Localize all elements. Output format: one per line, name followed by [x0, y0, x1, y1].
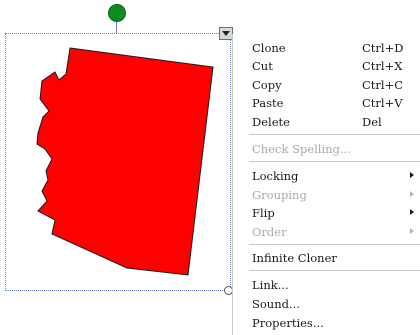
- menu-item-shortcut: Ctrl+V: [362, 96, 403, 110]
- menu-item-label: Properties...: [252, 316, 324, 330]
- menu-item-check-spelling: Check Spelling...: [233, 139, 420, 157]
- menu-item-clone[interactable]: Clone Ctrl+D: [233, 38, 420, 56]
- submenu-arrow-icon: [410, 191, 414, 197]
- menu-separator: [249, 244, 420, 245]
- menu-item-label: Delete: [252, 115, 290, 129]
- rotate-handle[interactable]: [108, 4, 126, 22]
- chevron-down-icon: [222, 31, 230, 36]
- menu-separator: [249, 134, 420, 135]
- selection-frame: [5, 33, 231, 291]
- menu-item-infinite-cloner[interactable]: Infinite Cloner: [233, 248, 420, 266]
- menu-item-properties[interactable]: Properties...: [233, 313, 420, 331]
- submenu-arrow-icon: [410, 228, 414, 234]
- menu-item-label: Cut: [252, 59, 273, 73]
- menu-item-label: Copy: [252, 78, 282, 92]
- rotate-handle-stem: [116, 21, 117, 33]
- whiteboard-canvas[interactable]: Clone Ctrl+D Cut Ctrl+X Copy Ctrl+C Past…: [0, 0, 420, 335]
- menu-item-shortcut: Ctrl+D: [362, 41, 404, 55]
- menu-item-label: Grouping: [252, 188, 307, 202]
- menu-item-sound[interactable]: Sound...: [233, 294, 420, 312]
- menu-item-locking[interactable]: Locking: [233, 166, 420, 184]
- context-menu: Clone Ctrl+D Cut Ctrl+X Copy Ctrl+C Past…: [232, 34, 420, 335]
- menu-item-order: Order: [233, 222, 420, 240]
- object-menu-button[interactable]: [219, 27, 233, 40]
- menu-item-label: Clone: [252, 41, 286, 55]
- menu-item-link[interactable]: Link...: [233, 275, 420, 293]
- menu-item-flip[interactable]: Flip: [233, 203, 420, 221]
- menu-item-shortcut: Ctrl+X: [362, 59, 403, 73]
- submenu-arrow-icon: [410, 209, 414, 215]
- menu-item-label: Flip: [252, 206, 275, 220]
- menu-item-label: Sound...: [252, 297, 300, 311]
- menu-separator: [249, 161, 420, 162]
- menu-item-label: Paste: [252, 96, 284, 110]
- menu-item-label: Locking: [252, 169, 299, 183]
- menu-item-shortcut: Ctrl+C: [362, 78, 404, 92]
- menu-item-label: Order: [252, 225, 287, 239]
- menu-item-paste[interactable]: Paste Ctrl+V: [233, 93, 420, 111]
- menu-item-delete[interactable]: Delete Del: [233, 112, 420, 130]
- submenu-arrow-icon: [410, 172, 414, 178]
- menu-item-label: Infinite Cloner: [252, 251, 337, 265]
- menu-item-cut[interactable]: Cut Ctrl+X: [233, 56, 420, 74]
- menu-separator: [249, 270, 420, 271]
- menu-item-label: Link...: [252, 278, 289, 292]
- menu-item-copy[interactable]: Copy Ctrl+C: [233, 75, 420, 93]
- menu-item-grouping: Grouping: [233, 185, 420, 203]
- menu-item-shortcut: Del: [362, 115, 382, 129]
- menu-item-label: Check Spelling...: [252, 142, 351, 156]
